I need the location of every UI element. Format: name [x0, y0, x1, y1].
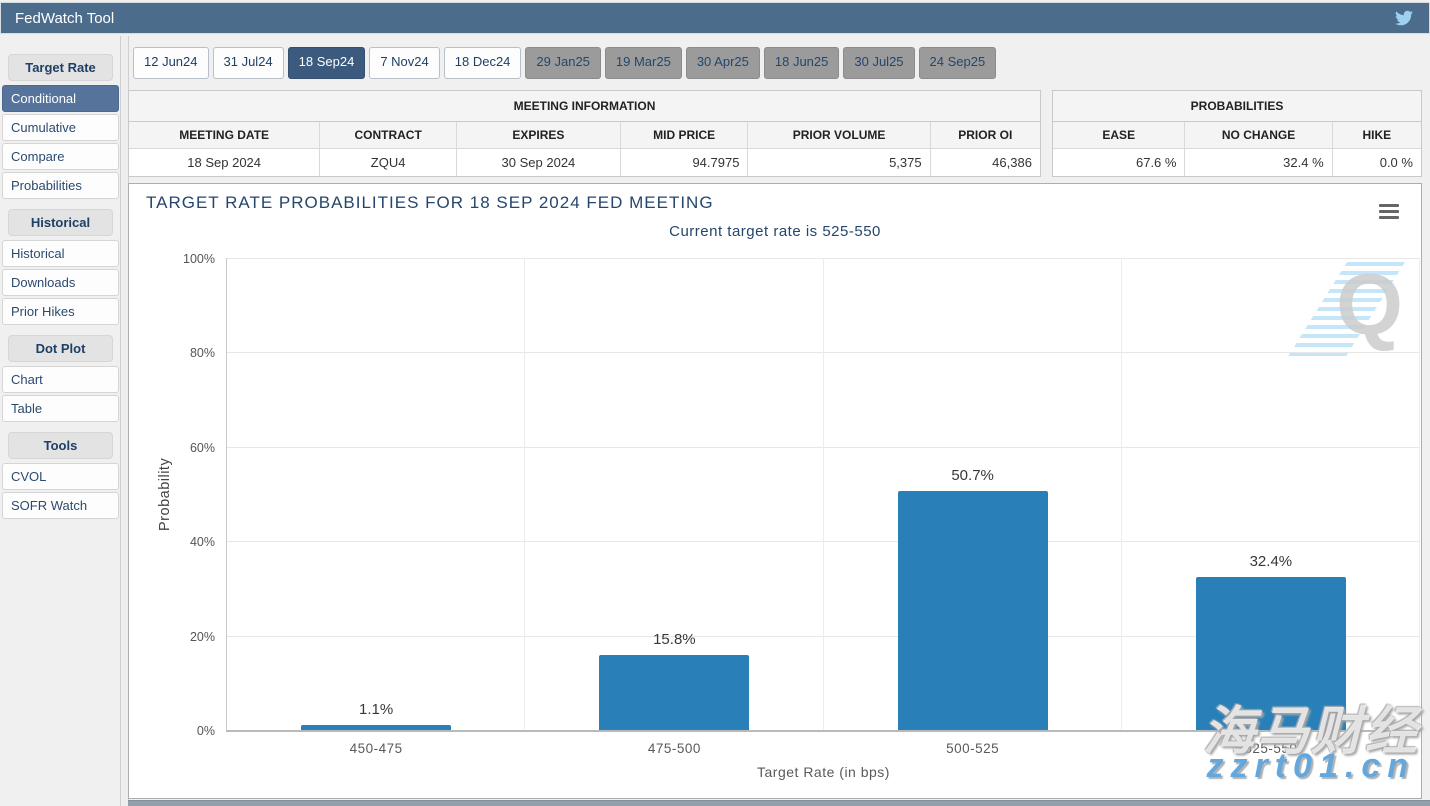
x-tick-475-500: 475-500: [599, 741, 749, 756]
chart-title: TARGET RATE PROBABILITIES FOR 18 SEP 202…: [146, 193, 714, 213]
cell-ease: 67.6 %: [1053, 149, 1185, 176]
app-header: FedWatch Tool: [0, 2, 1430, 34]
table-caption-probabilities: PROBABILITIES: [1053, 91, 1421, 122]
cell-hike: 0.0 %: [1333, 149, 1421, 176]
column-header-contract: CONTRACT: [320, 122, 457, 148]
meeting-information-table: MEETING INFORMATIONMEETING DATECONTRACTE…: [128, 90, 1041, 177]
gridline-horizontal: [227, 352, 1420, 353]
sidebar-item-conditional[interactable]: Conditional: [2, 85, 119, 112]
tab-12-jun24[interactable]: 12 Jun24: [133, 47, 209, 79]
sidebar-item-table[interactable]: Table: [2, 395, 119, 422]
fedwatch-page: FedWatch Tool Target Rate ConditionalCumu…: [0, 0, 1430, 806]
column-header-hike: HIKE: [1333, 122, 1421, 148]
probabilities-table: PROBABILITIESEASENO CHANGEHIKE67.6 %32.4…: [1052, 90, 1422, 177]
bar-450-475[interactable]: [301, 725, 451, 730]
tab-18-sep24[interactable]: 18 Sep24: [288, 47, 366, 79]
gridline-vertical: [823, 258, 824, 730]
y-tick-80: 80%: [163, 346, 215, 360]
column-header-meeting-date: MEETING DATE: [129, 122, 320, 148]
cell-contract: ZQU4: [320, 149, 457, 176]
gridline-horizontal: [227, 258, 1420, 259]
cell-no-change: 32.4 %: [1185, 149, 1332, 176]
column-header-mid-price: MID PRICE: [621, 122, 749, 148]
y-tick-100: 100%: [163, 252, 215, 266]
table-data-row: 18 Sep 2024ZQU430 Sep 202494.79755,37546…: [129, 149, 1040, 176]
y-tick-0: 0%: [163, 724, 215, 738]
watermark-brand-url: zzrt01.cn: [1207, 747, 1416, 786]
tab-19-mar25[interactable]: 19 Mar25: [605, 47, 682, 79]
hamburger-menu-icon[interactable]: [1379, 204, 1399, 222]
sidebar-item-sofr-watch[interactable]: SOFR Watch: [2, 492, 119, 519]
chart-panel: TARGET RATE PROBABILITIES FOR 18 SEP 202…: [128, 183, 1422, 799]
gridline-horizontal: [227, 447, 1420, 448]
bar-500-525[interactable]: [898, 491, 1048, 730]
meeting-tabs: 12 Jun2431 Jul2418 Sep247 Nov2418 Dec242…: [133, 47, 1426, 79]
table-data-row: 67.6 %32.4 %0.0 %: [1053, 149, 1421, 176]
sidebar-item-cumulative[interactable]: Cumulative: [2, 114, 119, 141]
tab-31-jul24[interactable]: 31 Jul24: [213, 47, 284, 79]
bar-475-500[interactable]: [599, 655, 749, 730]
app-title: FedWatch Tool: [15, 10, 114, 27]
cell-mid-price: 94.7975: [621, 149, 749, 176]
y-tick-20: 20%: [163, 630, 215, 644]
column-header-expires: EXPIRES: [457, 122, 621, 148]
y-axis-label: Probability: [155, 258, 175, 730]
tab-29-jan25[interactable]: 29 Jan25: [525, 47, 601, 79]
cell-prior-volume: 5,375: [748, 149, 930, 176]
column-header-prior-oi: PRIOR OI: [931, 122, 1040, 148]
sidebar-item-cvol[interactable]: CVOL: [2, 463, 119, 490]
tab-30-jul25[interactable]: 30 Jul25: [843, 47, 914, 79]
tab-30-apr25[interactable]: 30 Apr25: [686, 47, 760, 79]
bar-value-label-450-475: 1.1%: [301, 701, 451, 718]
bar-value-label-525-550: 32.4%: [1196, 553, 1346, 570]
sidebar-item-historical[interactable]: Historical: [2, 240, 119, 267]
y-tick-60: 60%: [163, 441, 215, 455]
gridline-vertical: [524, 258, 525, 730]
bar-chart-plot: Probability Target Rate (in bps) 0%20%40…: [226, 258, 1420, 732]
table-header-row: MEETING DATECONTRACTEXPIRESMID PRICEPRIO…: [129, 122, 1040, 149]
tab-18-jun25[interactable]: 18 Jun25: [764, 47, 840, 79]
bar-value-label-500-525: 50.7%: [898, 467, 1048, 484]
gridline-vertical: [1419, 258, 1420, 730]
sidebar-section-dot-plot: Dot Plot: [8, 335, 113, 362]
tab-24-sep25[interactable]: 24 Sep25: [919, 47, 997, 79]
sidebar-item-compare[interactable]: Compare: [2, 143, 119, 170]
cell-expires: 30 Sep 2024: [457, 149, 621, 176]
sidebar-section-tools: Tools: [8, 432, 113, 459]
twitter-icon[interactable]: [1393, 9, 1415, 27]
sidebar: Target RateConditionalCumulativeCompareP…: [2, 44, 119, 519]
bar-value-label-475-500: 15.8%: [599, 631, 749, 648]
x-tick-450-475: 450-475: [301, 741, 451, 756]
sidebar-section-historical: Historical: [8, 209, 113, 236]
tab-18-dec24[interactable]: 18 Dec24: [444, 47, 522, 79]
sidebar-item-probabilities[interactable]: Probabilities: [2, 172, 119, 199]
column-header-prior-volume: PRIOR VOLUME: [748, 122, 930, 148]
y-tick-40: 40%: [163, 535, 215, 549]
x-tick-500-525: 500-525: [898, 741, 1048, 756]
tab-7-nov24[interactable]: 7 Nov24: [369, 47, 439, 79]
footer-strip: [128, 800, 1430, 806]
sidebar-item-downloads[interactable]: Downloads: [2, 269, 119, 296]
sidebar-section-target-rate: Target Rate: [8, 54, 113, 81]
cell-prior-oi: 46,386: [931, 149, 1040, 176]
table-header-row: EASENO CHANGEHIKE: [1053, 122, 1421, 149]
chart-subtitle: Current target rate is 525-550: [129, 223, 1421, 240]
gridline-vertical: [1121, 258, 1122, 730]
sidebar-item-chart[interactable]: Chart: [2, 366, 119, 393]
gridline-horizontal: [227, 541, 1420, 542]
sidebar-item-prior-hikes[interactable]: Prior Hikes: [2, 298, 119, 325]
table-caption-meeting-information: MEETING INFORMATION: [129, 91, 1040, 122]
column-header-no-change: NO CHANGE: [1185, 122, 1332, 148]
column-header-ease: EASE: [1053, 122, 1185, 148]
cell-meeting-date: 18 Sep 2024: [129, 149, 320, 176]
